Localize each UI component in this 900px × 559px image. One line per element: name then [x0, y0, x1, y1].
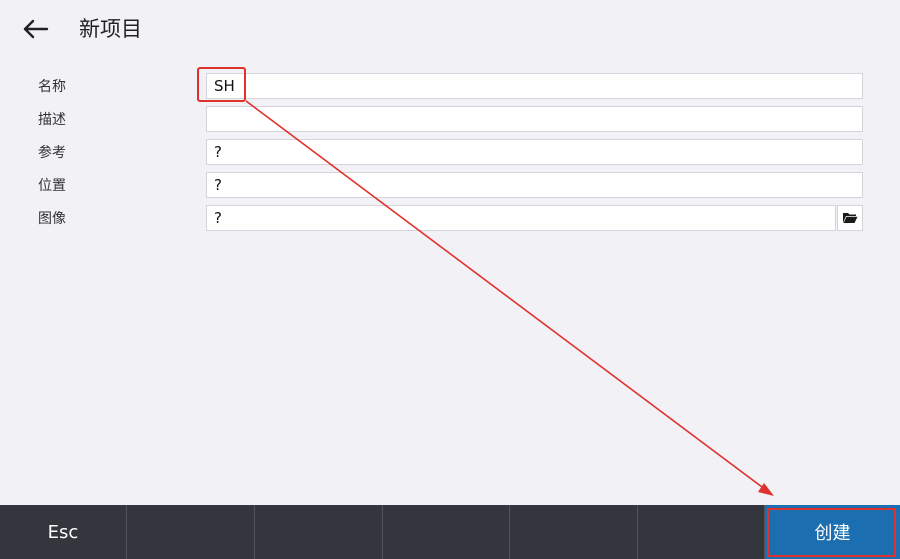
- reference-field[interactable]: ?: [206, 139, 863, 165]
- arrow-left-icon: [23, 19, 49, 39]
- name-label: 名称: [38, 79, 66, 95]
- back-button[interactable]: [20, 14, 52, 46]
- page-title: 新项目: [79, 17, 142, 41]
- location-field[interactable]: ?: [206, 172, 863, 198]
- location-label: 位置: [38, 178, 66, 194]
- header: 新项目: [0, 0, 900, 60]
- image-label: 图像: [38, 211, 66, 227]
- image-browse-button[interactable]: [837, 205, 863, 231]
- softkey-2[interactable]: [127, 505, 255, 559]
- softkey-bar: Esc 创建: [0, 505, 900, 559]
- softkey-5[interactable]: [510, 505, 638, 559]
- description-label: 描述: [38, 112, 66, 128]
- name-field[interactable]: SH: [206, 73, 863, 99]
- softkey-3[interactable]: [255, 505, 383, 559]
- esc-button[interactable]: Esc: [0, 505, 127, 559]
- create-button[interactable]: 创建: [765, 505, 900, 559]
- folder-open-icon: [843, 213, 858, 223]
- name-field-highlight: [197, 67, 246, 102]
- description-field[interactable]: [206, 106, 863, 132]
- softkey-4[interactable]: [383, 505, 510, 559]
- softkey-6[interactable]: [638, 505, 765, 559]
- image-field[interactable]: ?: [206, 205, 836, 231]
- reference-label: 参考: [38, 145, 66, 161]
